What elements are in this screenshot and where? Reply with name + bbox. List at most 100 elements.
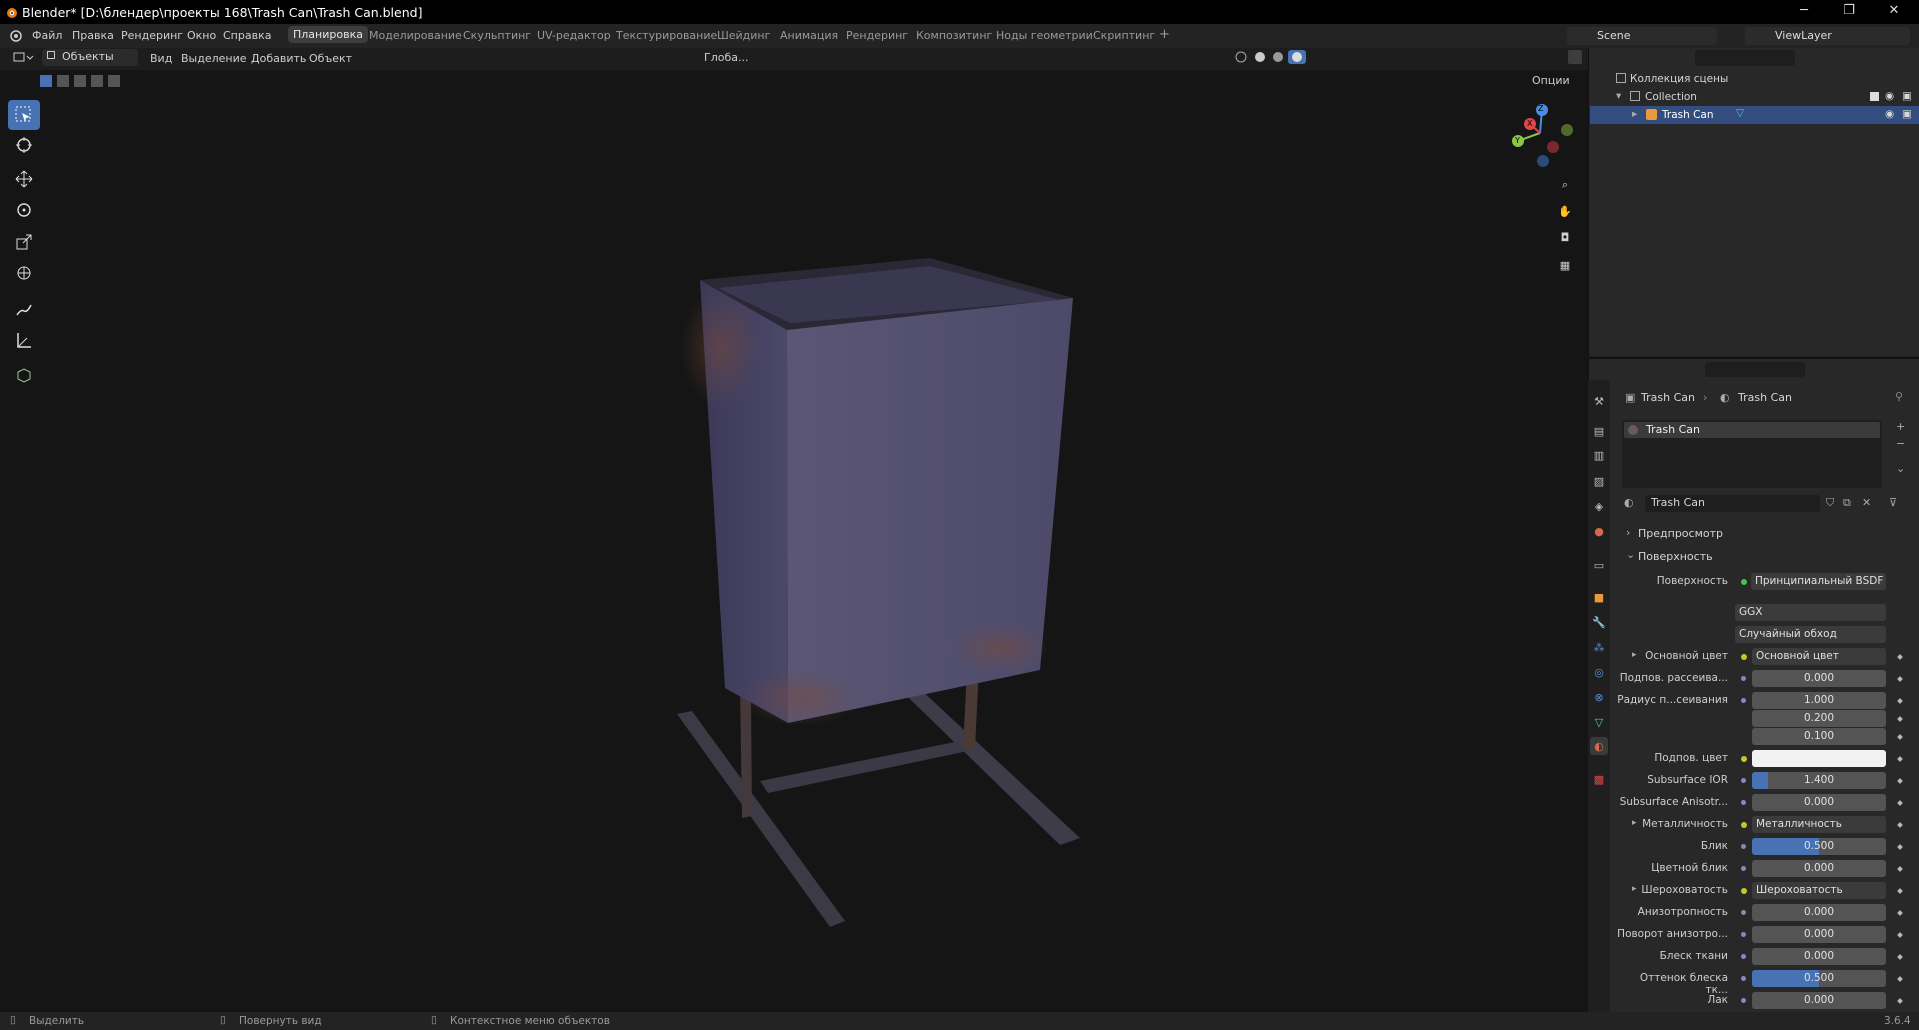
tab-modeling[interactable]: Моделирование bbox=[369, 29, 462, 42]
particles-tab-icon[interactable]: ⁂ bbox=[1590, 638, 1608, 656]
socket-icon[interactable] bbox=[1741, 954, 1746, 959]
number-field[interactable]: 0.000 bbox=[1752, 904, 1886, 921]
breadcrumb-material[interactable]: Trash Can bbox=[1738, 391, 1792, 404]
tab-uv-editing[interactable]: UV-редактор bbox=[537, 29, 611, 42]
physics-tab-icon[interactable]: ◎ bbox=[1590, 663, 1608, 681]
keyframe-dot-icon[interactable] bbox=[1897, 716, 1903, 722]
fake-user-shield-icon[interactable]: ⛉ bbox=[1826, 496, 1834, 510]
editor-type-icon[interactable] bbox=[12, 50, 34, 64]
scale-tool[interactable] bbox=[8, 227, 40, 257]
menu-object[interactable]: Объект bbox=[309, 52, 352, 65]
add-workspace-button[interactable]: + bbox=[1159, 27, 1170, 42]
menu-window[interactable]: Окно bbox=[187, 29, 216, 42]
outliner-search[interactable] bbox=[1695, 50, 1795, 66]
menu-help[interactable]: Справка bbox=[223, 29, 271, 42]
tab-sculpting[interactable]: Скульптинг bbox=[463, 29, 531, 42]
transform-orientation[interactable]: Глоба... bbox=[684, 49, 752, 66]
keyframe-dot-icon[interactable] bbox=[1897, 954, 1903, 960]
add-slot-icon[interactable]: + bbox=[1896, 420, 1905, 433]
collapse-chevron-icon[interactable]: ▾ bbox=[1616, 90, 1621, 102]
keyframe-dot-icon[interactable] bbox=[1897, 676, 1903, 682]
menu-render[interactable]: Рендеринг bbox=[121, 29, 183, 42]
maximize-button[interactable]: ❐ bbox=[1829, 0, 1869, 24]
remove-slot-icon[interactable]: − bbox=[1896, 437, 1905, 450]
number-field[interactable]: 0.000 bbox=[1752, 948, 1886, 965]
number-field[interactable]: 0.100 bbox=[1752, 728, 1886, 745]
keyframe-dot-icon[interactable] bbox=[1897, 654, 1903, 660]
number-field[interactable]: 0.200 bbox=[1752, 710, 1886, 727]
socket-icon[interactable] bbox=[1741, 998, 1746, 1003]
menu-view[interactable]: Вид bbox=[150, 52, 172, 65]
slot-menu-chevron-icon[interactable]: ⌄ bbox=[1896, 462, 1905, 475]
keyframe-dot-icon[interactable] bbox=[1897, 698, 1903, 704]
keyframe-dot-icon[interactable] bbox=[1897, 976, 1903, 982]
keyframe-dot-icon[interactable] bbox=[1897, 932, 1903, 938]
socket-icon[interactable] bbox=[1741, 866, 1746, 871]
camera-render-icon[interactable]: ▣ bbox=[1902, 108, 1912, 120]
socket-icon[interactable] bbox=[1741, 822, 1747, 828]
viewport-shading-icons[interactable] bbox=[1227, 50, 1382, 64]
pin-icon[interactable]: ⚲ bbox=[1895, 390, 1903, 403]
cursor-tool[interactable] bbox=[8, 130, 40, 160]
transform-tool[interactable] bbox=[8, 258, 40, 288]
close-button[interactable]: ✕ bbox=[1874, 0, 1914, 24]
expand-chevron-icon[interactable]: ▸ bbox=[1632, 108, 1637, 120]
hand-pan-icon[interactable]: ✋ bbox=[1556, 202, 1574, 220]
number-field[interactable]: 0.000 bbox=[1752, 670, 1886, 687]
keyframe-dot-icon[interactable] bbox=[1897, 910, 1903, 916]
add-cube-tool[interactable] bbox=[8, 360, 40, 390]
scene-selector[interactable]: Scene bbox=[1567, 27, 1717, 45]
keyframe-dot-icon[interactable] bbox=[1897, 866, 1903, 872]
blender-menu-icon[interactable] bbox=[8, 29, 24, 43]
keyframe-dot-icon[interactable] bbox=[1897, 844, 1903, 850]
number-field[interactable]: 0.000 bbox=[1752, 926, 1886, 943]
zoom-icon[interactable]: ⌕ bbox=[1556, 176, 1574, 194]
keyframe-dot-icon[interactable] bbox=[1897, 778, 1903, 784]
surface-shader-field[interactable]: Принципиальный BSDF bbox=[1751, 573, 1886, 590]
mode-selector[interactable]: Объекты bbox=[42, 49, 138, 66]
checkbox-icon[interactable] bbox=[1870, 92, 1879, 101]
data-tab-icon[interactable]: ▽ bbox=[1590, 713, 1608, 731]
minimize-button[interactable]: ─ bbox=[1784, 0, 1824, 24]
socket-icon[interactable] bbox=[1741, 910, 1746, 915]
keyframe-dot-icon[interactable] bbox=[1897, 734, 1903, 740]
color-swatch[interactable] bbox=[1752, 750, 1886, 767]
number-field[interactable]: 0.000 bbox=[1752, 794, 1886, 811]
socket-icon[interactable] bbox=[1741, 800, 1746, 805]
keyframe-dot-icon[interactable] bbox=[1897, 822, 1903, 828]
keyframe-dot-icon[interactable] bbox=[1897, 800, 1903, 806]
tab-shading[interactable]: Шейдинг bbox=[717, 29, 770, 42]
tab-compositing[interactable]: Композитинг bbox=[916, 29, 992, 42]
keyframe-dot-icon[interactable] bbox=[1897, 998, 1903, 1004]
number-field[interactable]: 0.500 bbox=[1752, 970, 1886, 987]
rotate-tool[interactable] bbox=[8, 195, 40, 225]
output-tab-icon[interactable]: ▥ bbox=[1590, 446, 1608, 464]
object-tab-icon[interactable]: ■ bbox=[1590, 588, 1608, 606]
socket-icon[interactable] bbox=[1741, 778, 1746, 783]
world-tab-icon[interactable]: ● bbox=[1590, 522, 1608, 540]
number-field[interactable]: 1.000 bbox=[1752, 692, 1886, 709]
socket-icon[interactable] bbox=[1741, 844, 1746, 849]
panel-preview-header[interactable]: › Предпросмотр bbox=[1616, 524, 1916, 542]
panel-surface-header[interactable]: ⌄ Поверхность bbox=[1616, 547, 1916, 565]
socket-icon[interactable] bbox=[1741, 676, 1746, 681]
socket-icon[interactable] bbox=[1741, 976, 1746, 981]
tab-texturing[interactable]: Текстурирование bbox=[616, 29, 717, 42]
tab-scripting[interactable]: Скриптинг bbox=[1093, 29, 1155, 42]
texture-tab-icon[interactable]: ▩ bbox=[1590, 770, 1608, 788]
outliner-object-trash-can[interactable]: ▸ Trash Can ▽ ◉ ▣ bbox=[1590, 106, 1919, 124]
modifier-tab-icon[interactable]: 🔧 bbox=[1590, 613, 1608, 631]
grid-view-icon[interactable]: ▦ bbox=[1556, 256, 1574, 274]
move-tool[interactable] bbox=[8, 164, 40, 194]
constraints-tab-icon[interactable]: ⊗ bbox=[1590, 688, 1608, 706]
menu-add[interactable]: Добавить bbox=[251, 52, 306, 65]
subsurface-method-dropdown[interactable]: Случайный обход bbox=[1735, 626, 1886, 643]
view-layer-tab-icon[interactable]: ▨ bbox=[1590, 472, 1608, 490]
material-name-field[interactable]: Trash Can bbox=[1645, 495, 1820, 512]
tab-animation[interactable]: Анимация bbox=[780, 29, 838, 42]
outliner-collection[interactable]: ▾ Collection ◉ ▣ bbox=[1590, 88, 1919, 106]
linked-input-field[interactable]: Шероховатость bbox=[1752, 882, 1886, 899]
keyframe-dot-icon[interactable] bbox=[1897, 756, 1903, 762]
options-dropdown[interactable]: Опции bbox=[1520, 73, 1580, 89]
pause-icon[interactable] bbox=[1568, 50, 1582, 64]
